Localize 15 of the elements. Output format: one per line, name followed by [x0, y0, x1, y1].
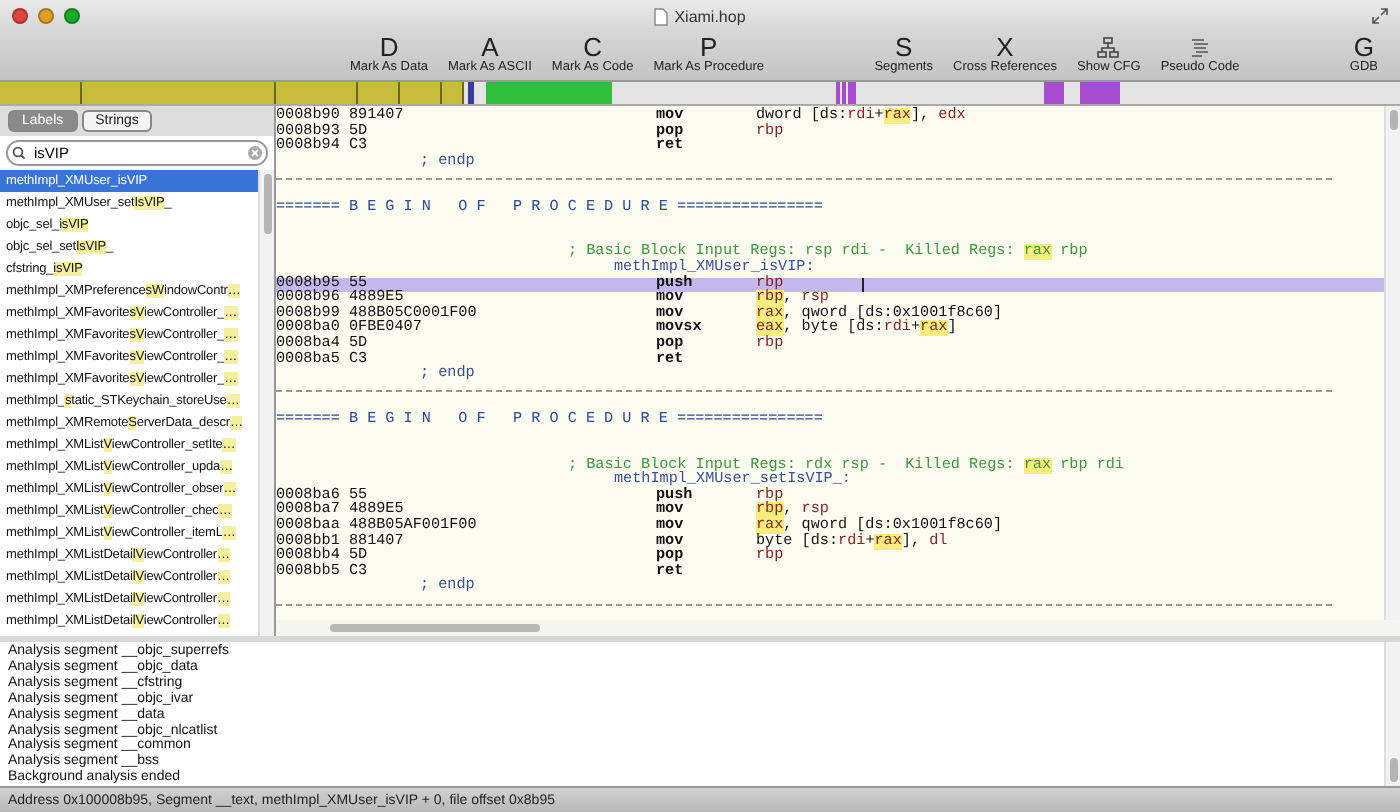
- clear-icon[interactable]: [248, 146, 262, 160]
- scrollbar[interactable]: [258, 170, 274, 636]
- minimize-button[interactable]: [38, 8, 54, 24]
- document-icon: [654, 7, 669, 25]
- segment-map[interactable]: [0, 82, 1400, 106]
- window-title: Xiami.hop: [674, 7, 746, 25]
- scrollbar[interactable]: [1384, 642, 1400, 786]
- search-icon: [12, 146, 28, 160]
- scrollbar[interactable]: [1384, 106, 1400, 620]
- graph-icon: [1096, 36, 1121, 60]
- scrollbar[interactable]: [276, 620, 1400, 636]
- zoom-button[interactable]: [64, 8, 80, 24]
- close-button[interactable]: [12, 8, 28, 24]
- text-lines-icon: [1188, 36, 1213, 60]
- fullscreen-icon[interactable]: [1372, 8, 1388, 24]
